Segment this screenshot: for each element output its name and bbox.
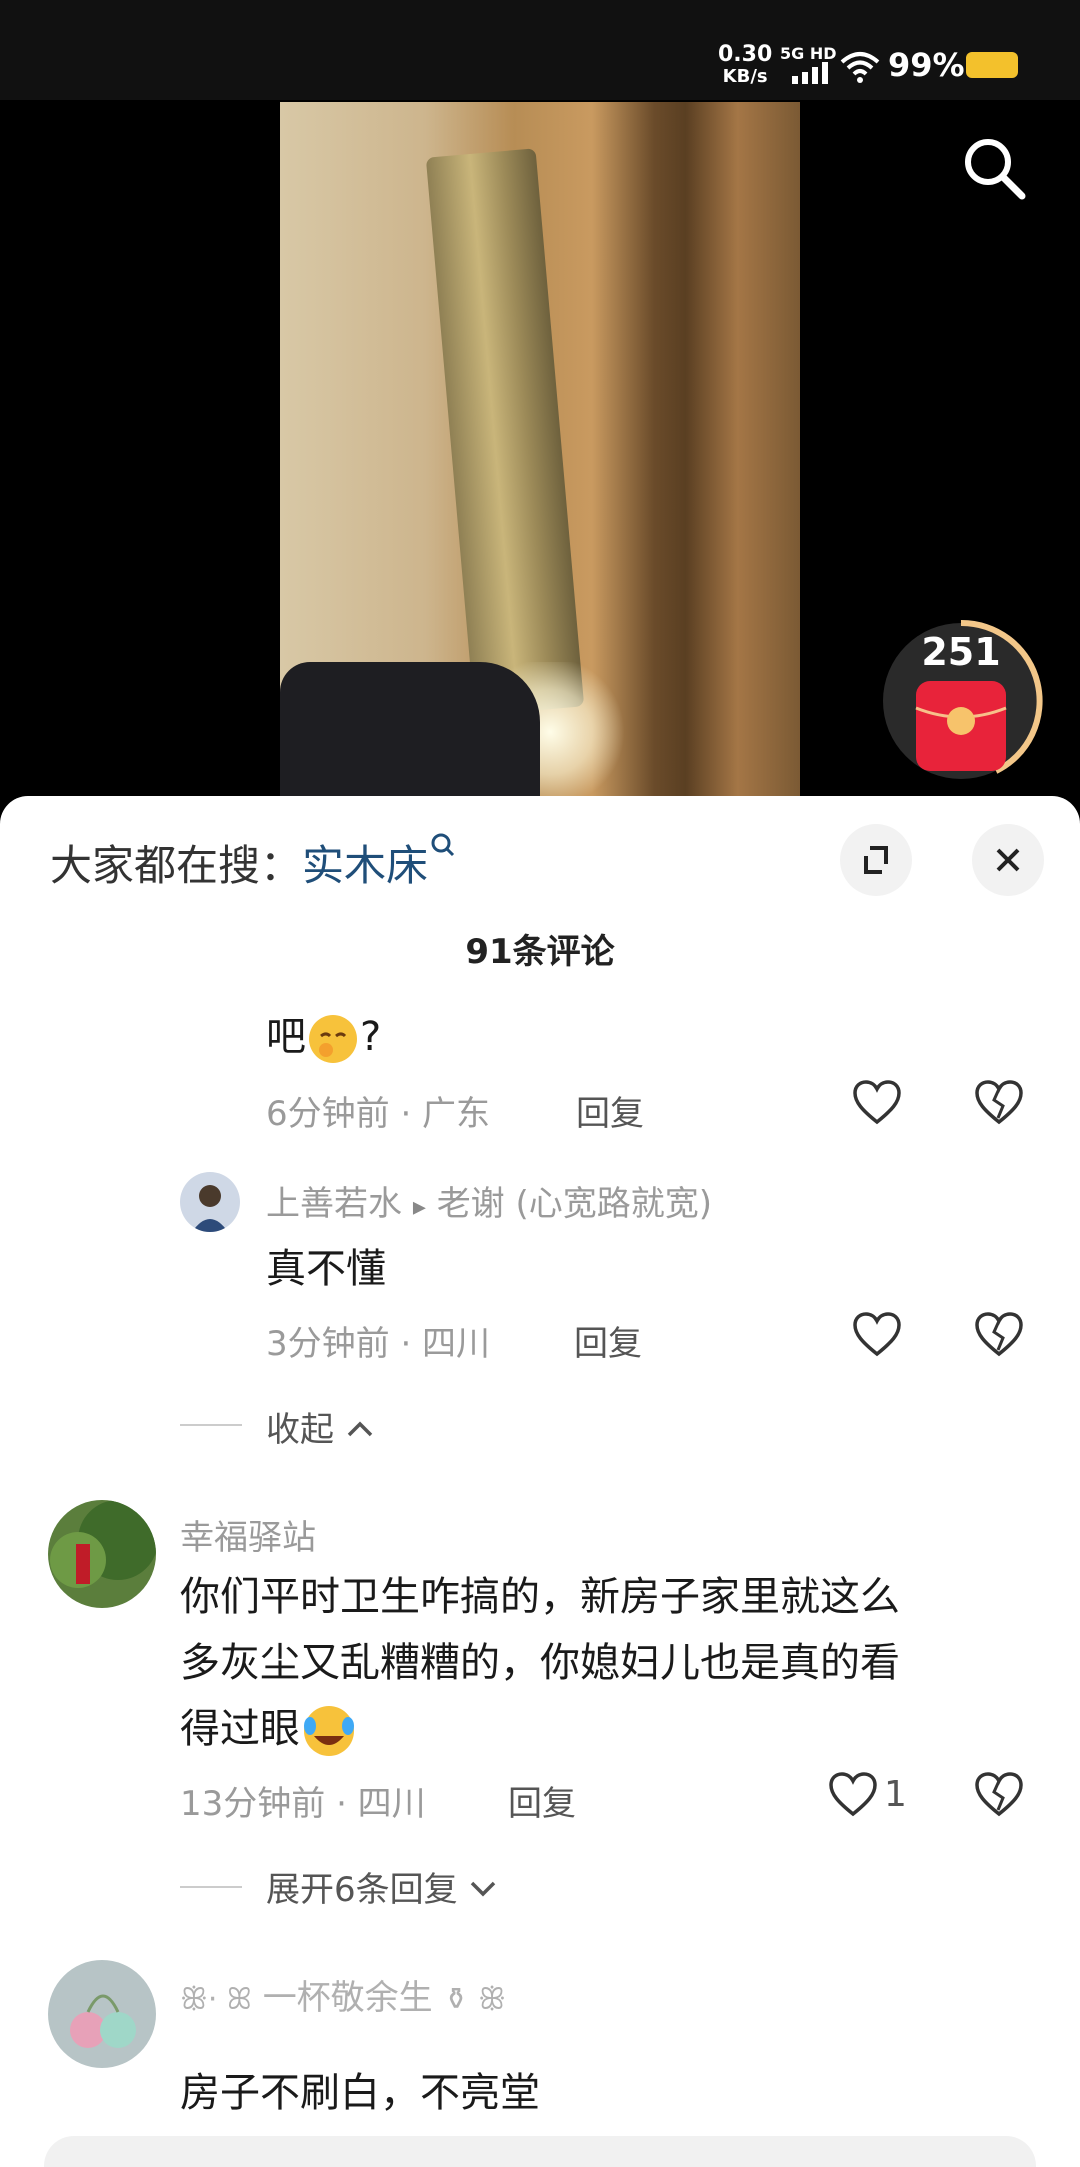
search-prefix: 大家都在搜：: [50, 841, 303, 890]
sub-reply-text: 真不懂: [266, 1246, 386, 1292]
laugh-cry-emoji-icon: [304, 1706, 354, 1756]
avatar[interactable]: [48, 1960, 156, 2068]
wifi-icon: [840, 52, 880, 83]
expand-replies-button[interactable]: 展开6条回复: [266, 1862, 498, 1911]
like-heart-icon[interactable]: [852, 1080, 902, 1126]
battery-percent: 99%: [888, 46, 965, 84]
like-heart-icon[interactable]: [852, 1312, 902, 1358]
close-icon: [996, 848, 1020, 872]
collapse-replies-button[interactable]: 收起: [266, 1402, 375, 1451]
net-speed-value: 0.30: [718, 42, 773, 67]
partial-comment-body: 吧: [266, 1014, 306, 1060]
divider: [180, 1886, 242, 1888]
divider: [180, 1424, 242, 1426]
partial-comment-text: 吧?: [266, 1004, 381, 1070]
comment-username-text: 一杯敬余生: [262, 1978, 433, 2018]
close-button[interactable]: [972, 824, 1044, 896]
red-packet-count: 251: [921, 630, 1001, 674]
comment-text-line-2: 多灰尘又乱糟糟的，你媳妇儿也是真的看: [180, 1640, 900, 1686]
comment-count-title: 91条评论: [465, 932, 615, 972]
signal-icon: [792, 62, 828, 84]
like-heart-icon[interactable]: [828, 1772, 878, 1818]
avatar[interactable]: [180, 1172, 240, 1232]
network-type: 5G HD: [780, 44, 837, 63]
comment-reply-button[interactable]: 回复: [508, 1776, 576, 1825]
comment-username[interactable]: 幸福驿站: [180, 1510, 316, 1559]
video-frame: [280, 102, 800, 800]
avatar[interactable]: [48, 1500, 156, 1608]
hinge-image: [425, 148, 585, 716]
comment-text-line-3-body: 得过眼: [180, 1706, 300, 1752]
expand-icon: [864, 846, 888, 874]
avatar-cherry-icon: [70, 1994, 136, 2048]
status-bar: 0.30 KB/s 5G HD 99%: [0, 0, 1080, 100]
avatar-tree-icon: [50, 1500, 156, 1588]
net-speed: 0.30 KB/s: [718, 44, 772, 88]
dislike-broken-heart-icon[interactable]: [974, 1312, 1024, 1358]
comment-text: 房子不刷白，不亮堂: [180, 2070, 540, 2116]
like-count: 1: [884, 1774, 907, 1815]
shy-emoji-icon: [309, 1015, 357, 1063]
search-keyword-link[interactable]: 实木床: [302, 841, 428, 890]
battery-icon: [966, 52, 1018, 78]
search-icon[interactable]: [960, 134, 1030, 204]
comment-username[interactable]: ꕥ· ꕤ 一杯敬余生 ⚱ ꕥ: [180, 1970, 506, 2019]
red-packet-widget[interactable]: 251: [876, 616, 1046, 786]
reply-arrow-icon: ▸: [412, 1192, 426, 1222]
avatar-person-icon: [192, 1185, 228, 1232]
comment-input-bar[interactable]: [44, 2136, 1036, 2167]
sub-reply-target-username[interactable]: 老谢 (心宽路就宽): [437, 1184, 712, 1224]
comment-text-line-3: 得过眼: [180, 1696, 358, 1762]
collapse-label: 收起: [266, 1410, 334, 1450]
sub-reply-time: 3分钟前 · 四川: [266, 1324, 491, 1364]
search-small-icon: [431, 833, 455, 857]
decorative-symbols-icon: ꕥ· ꕤ: [180, 1982, 252, 2017]
sub-reply-header: 上善若水 ▸ 老谢 (心宽路就宽): [266, 1176, 712, 1225]
expand-label: 展开6条回复: [266, 1870, 458, 1910]
expand-button[interactable]: [840, 824, 912, 896]
chevron-up-icon: [347, 1421, 373, 1437]
drill-image: [280, 662, 540, 800]
chevron-down-icon: [471, 1881, 496, 1897]
comments-sheet: 大家都在搜：实木床 91条评论 吧? 6分钟前 · 广东 回复 上善若水 ▸ 老…: [0, 796, 1080, 2167]
sub-reply-username[interactable]: 上善若水: [266, 1184, 402, 1224]
partial-comment-reply-button[interactable]: 回复: [576, 1086, 644, 1135]
sub-reply-reply-button[interactable]: 回复: [574, 1316, 642, 1365]
dislike-broken-heart-icon[interactable]: [974, 1080, 1024, 1126]
comment-time: 13分钟前 · 四川: [180, 1784, 426, 1824]
dislike-broken-heart-icon[interactable]: [974, 1772, 1024, 1818]
search-suggestion[interactable]: 大家都在搜：实木床: [50, 832, 456, 893]
comment-text-line-1: 你们平时卫生咋搞的，新房子家里就这么: [180, 1574, 900, 1620]
decorative-symbols-icon: ⚱ ꕥ: [443, 1982, 507, 2017]
partial-comment-time: 6分钟前 · 广东: [266, 1094, 491, 1134]
net-speed-unit: KB/s: [722, 66, 768, 87]
partial-comment-suffix: ?: [360, 1014, 382, 1060]
